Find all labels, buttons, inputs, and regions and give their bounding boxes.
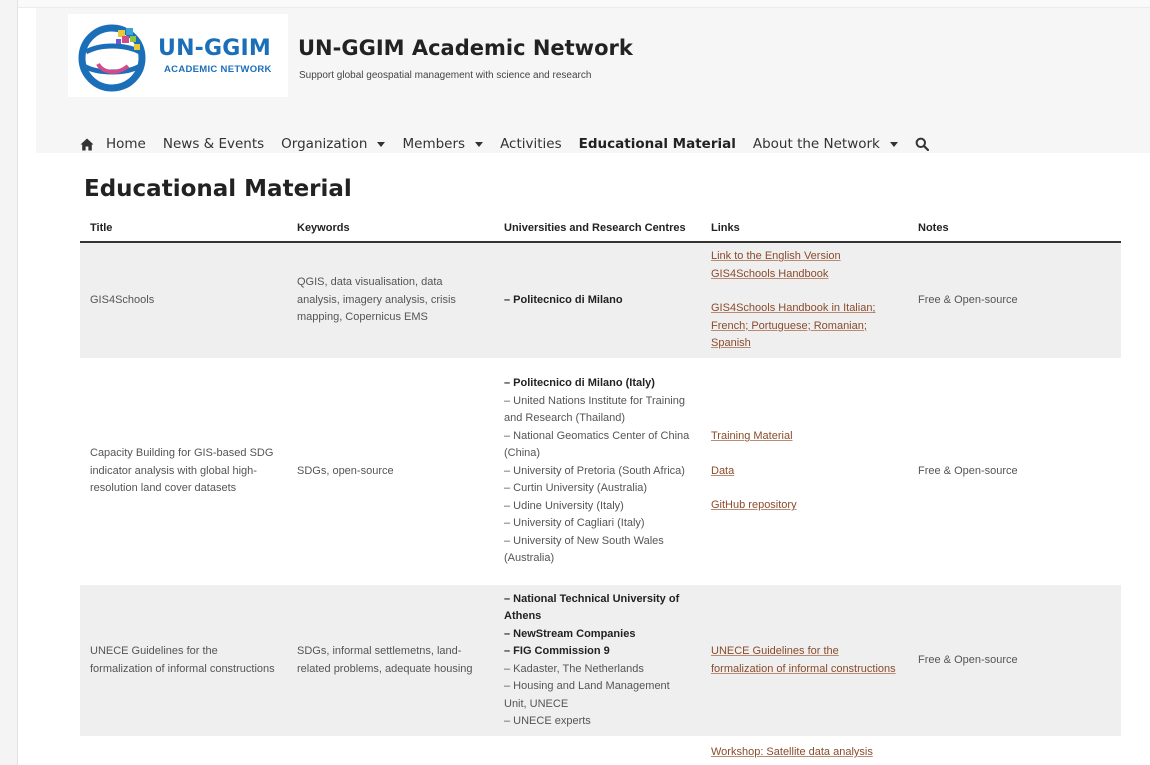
column-header-links: Links <box>701 214 908 243</box>
university-item: – UNECE experts <box>504 715 591 727</box>
university-item: – FIG Commission 9 <box>504 645 610 657</box>
link-unece-guidelines[interactable]: UNECE Guidelines for the formalization o… <box>711 643 898 678</box>
educational-material-table: Title Keywords Universities and Research… <box>80 214 1121 765</box>
nav-item-home[interactable]: Home <box>106 136 146 152</box>
cell-notes: Free & Open-source <box>908 585 1121 736</box>
cell-title <box>80 739 287 765</box>
nav-item-label: Members <box>402 136 466 152</box>
nav-item-about-the-network[interactable]: About the Network <box>753 136 898 152</box>
link-training-material[interactable]: Training Material <box>711 428 793 446</box>
nav-item-educational-material[interactable]: Educational Material <box>579 136 736 152</box>
cell-links: Training Material Data GitHub repository <box>701 361 908 582</box>
link-gis4schools-translations[interactable]: GIS4Schools Handbook in Italian; French;… <box>711 300 898 353</box>
cell-title: UNECE Guidelines for the formalization o… <box>80 585 287 736</box>
cell-notes: Free & Open-source <box>908 242 1121 358</box>
nav-item-news-events[interactable]: News & Events <box>163 136 264 152</box>
university-item: – University of New South Wales (Austral… <box>504 534 664 565</box>
nav-item-label: News & Events <box>162 136 265 152</box>
logo-wordmark: UN-GGIM <box>158 36 272 61</box>
site-title[interactable]: UN-GGIM Academic Network <box>298 36 633 60</box>
cell-universities <box>494 739 701 765</box>
university-item: – University of Cagliari (Italy) <box>504 517 645 530</box>
university-item: – Politecnico di Milano <box>504 293 623 306</box>
university-item: – University of Pretoria (South Africa) <box>504 464 685 477</box>
cell-universities: – Politecnico di Milano (Italy) – United… <box>494 361 701 582</box>
link-github-repository[interactable]: GitHub repository <box>711 497 797 515</box>
cell-universities: – Politecnico di Milano <box>494 242 701 358</box>
column-header-title: Title <box>80 214 287 243</box>
page-title: Educational Material <box>84 176 352 202</box>
table-row: GIS4Schools QGIS, data visualisation, da… <box>80 242 1121 358</box>
link-data[interactable]: Data <box>711 463 734 481</box>
site-header: UN-GGIM ACADEMIC NETWORK UN-GGIM Academi… <box>36 8 1150 153</box>
site-tagline: Support global geospatial management wit… <box>299 70 592 81</box>
site-logo[interactable]: UN-GGIM ACADEMIC NETWORK <box>68 14 288 97</box>
logo-subtitle: ACADEMIC NETWORK <box>164 64 272 75</box>
cell-keywords: QGIS, data visualisation, data analysis,… <box>287 242 494 358</box>
globe-logo-icon <box>78 24 146 92</box>
browser-top-edge <box>18 0 1150 8</box>
university-item: – Housing and Land Management Unit, UNEC… <box>504 680 670 710</box>
university-item: – Curtin University (Australia) <box>504 482 648 495</box>
cell-title: Capacity Building for GIS-based SDG indi… <box>90 447 274 495</box>
cell-keywords: SDGs, informal settlemetns, land-related… <box>287 585 494 736</box>
nav-item-organization[interactable]: Organization <box>281 136 386 152</box>
nav-item-label: Educational Material <box>578 136 736 152</box>
university-item: – Politecnico di Milano (Italy) <box>504 377 655 390</box>
main-navigation: Home News & Events Organization Members … <box>80 133 929 155</box>
cell-links: UNECE Guidelines for the formalization o… <box>701 585 908 736</box>
nav-item-label: Home <box>106 136 146 152</box>
home-icon[interactable] <box>80 138 94 151</box>
cell-keywords <box>287 739 494 765</box>
cell-notes <box>908 739 1121 765</box>
university-item: – Kadaster, The Netherlands <box>504 662 644 675</box>
search-icon[interactable] <box>915 137 929 151</box>
cell-keywords: SDGs, open-source <box>297 464 394 477</box>
cell-universities: – National Technical University of Athen… <box>494 585 701 736</box>
cell-title: GIS4Schools <box>80 242 287 358</box>
browser-left-gutter <box>0 0 18 765</box>
table-row: Workshop: Satellite data analysis <box>80 739 1121 765</box>
nav-item-label: About the Network <box>752 136 880 152</box>
caret-down-icon <box>377 141 386 147</box>
column-header-keywords: Keywords <box>287 214 494 243</box>
university-item: – National Geomatics Center of China (Ch… <box>504 429 690 460</box>
university-item: – Udine University (Italy) <box>504 499 624 512</box>
cell-links: Workshop: Satellite data analysis <box>701 739 908 765</box>
university-item: – United Nations Institute for Training … <box>504 394 685 425</box>
table-row: UNECE Guidelines for the formalization o… <box>80 585 1121 736</box>
nav-item-members[interactable]: Members <box>402 136 484 152</box>
column-header-notes: Notes <box>908 214 1121 243</box>
column-header-universities: Universities and Research Centres <box>494 214 701 243</box>
link-workshop-satellite-data[interactable]: Workshop: Satellite data analysis <box>711 744 873 762</box>
cell-notes: Free & Open-source <box>918 464 1018 477</box>
caret-down-icon <box>889 141 898 147</box>
nav-item-label: Activities <box>500 136 562 152</box>
university-item: – National Technical University of Athen… <box>504 592 680 623</box>
table-row: Capacity Building for GIS-based SDG indi… <box>80 361 1121 582</box>
table-header-row: Title Keywords Universities and Research… <box>80 214 1121 243</box>
nav-item-label: Organization <box>281 136 368 152</box>
caret-down-icon <box>475 141 484 147</box>
university-item: – NewStream Companies <box>504 627 636 640</box>
link-gis4schools-english[interactable]: Link to the English Version GIS4Schools … <box>711 248 898 283</box>
nav-item-activities[interactable]: Activities <box>500 136 562 152</box>
cell-links: Link to the English Version GIS4Schools … <box>701 242 908 358</box>
